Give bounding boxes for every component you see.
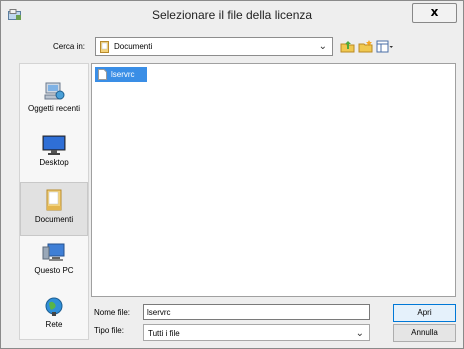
place-label: Rete	[45, 320, 63, 329]
title-bar[interactable]: Selezionare il file della licenza x	[1, 1, 463, 31]
place-label: Questo PC	[34, 266, 74, 275]
file-type-label: Tipo file:	[94, 326, 124, 335]
place-documents[interactable]: Documenti	[20, 182, 88, 236]
place-label: Desktop	[39, 158, 69, 167]
file-type-value: Tutti i file	[148, 329, 180, 338]
chevron-down-icon: ⌄	[318, 41, 327, 52]
cancel-button[interactable]: Annulla	[393, 324, 456, 342]
look-in-label: Cerca in:	[53, 42, 86, 51]
file-type-dropdown[interactable]: Tutti i file ⌄	[143, 324, 370, 341]
look-in-value: Documenti	[114, 42, 153, 51]
new-folder-icon	[358, 40, 373, 53]
file-list[interactable]: lservrc	[91, 63, 456, 297]
recent-items-icon	[44, 82, 65, 100]
network-icon	[45, 297, 63, 316]
desktop-icon	[42, 135, 66, 155]
chevron-down-icon: ⌄	[355, 328, 364, 339]
file-name-input[interactable]	[143, 304, 370, 320]
place-label: Oggetti recenti	[27, 104, 81, 113]
file-name-label: Nome file:	[94, 308, 131, 317]
computer-icon	[42, 243, 65, 261]
documents-icon	[46, 189, 62, 211]
place-network[interactable]: Rete	[20, 290, 88, 344]
look-in-dropdown[interactable]: Documenti ⌄	[95, 37, 333, 56]
place-this-pc[interactable]: Questo PC	[20, 236, 88, 290]
view-menu-icon	[376, 40, 393, 53]
new-folder-button[interactable]	[358, 39, 374, 54]
close-icon: x	[430, 5, 439, 19]
place-desktop[interactable]: Desktop	[20, 128, 88, 182]
file-icon	[98, 69, 107, 80]
place-recent-items[interactable]: Oggetti recenti	[20, 74, 88, 128]
file-name: lservrc	[111, 70, 135, 79]
dialog-title: Selezionare il file della licenza	[151, 8, 313, 22]
places-bar: Oggetti recenti Desktop Documenti Questo…	[19, 63, 89, 340]
place-label: Documenti	[34, 215, 74, 224]
up-folder-icon	[340, 41, 355, 53]
close-button[interactable]: x	[412, 3, 457, 23]
view-menu-button[interactable]	[376, 39, 394, 54]
file-item[interactable]: lservrc	[95, 67, 147, 82]
up-folder-button[interactable]	[340, 39, 356, 54]
file-open-dialog: Selezionare il file della licenza x Cerc…	[0, 0, 464, 349]
documents-folder-icon	[100, 41, 110, 53]
open-button[interactable]: Apri	[393, 304, 456, 322]
